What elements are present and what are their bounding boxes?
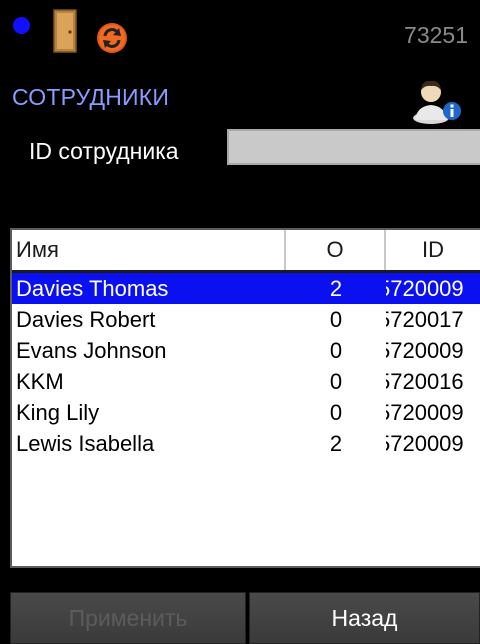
apply-button[interactable]: Применить [10, 592, 246, 644]
employee-id-label: ID сотрудника [29, 138, 179, 164]
table-row[interactable]: KKM 0 5720016 [12, 366, 480, 397]
column-header-o[interactable]: О [286, 230, 386, 270]
row-o: 2 [329, 430, 343, 456]
row-id: 5720017 [386, 306, 464, 332]
table-header: Имя О ID [12, 230, 480, 273]
row-o: 2 [329, 275, 343, 301]
row-name: Evans Johnson [16, 337, 167, 363]
row-name: Davies Thomas [16, 275, 169, 301]
row-name: King Lily [16, 399, 100, 425]
page-title: СОТРУДНИКИ [12, 84, 170, 110]
row-o: 0 [329, 368, 343, 394]
column-header-name[interactable]: Имя [12, 230, 286, 270]
employees-table[interactable]: Имя О ID Davies Thomas 2 5720009 Davies Rob… [10, 228, 480, 568]
row-name: Lewis Isabella [16, 430, 155, 456]
sync-icon[interactable] [96, 22, 128, 54]
row-o: 0 [329, 399, 343, 425]
row-name: Davies Robert [16, 306, 156, 332]
table-body: Davies Thomas 2 5720009 Davies Robert 0 57200… [12, 273, 480, 459]
column-header-id[interactable]: ID [386, 230, 480, 270]
row-name: KKM [16, 368, 64, 394]
user-info-icon[interactable] [410, 78, 466, 124]
row-id: 5720009 [386, 337, 464, 363]
table-row[interactable]: King Lily 0 5720009 [12, 397, 480, 428]
table-row[interactable]: Lewis Isabella 2 5720009 [12, 428, 480, 459]
back-button[interactable]: Назад [249, 592, 480, 644]
table-row[interactable]: Davies Thomas 2 5720009 [12, 273, 480, 304]
employee-id-input[interactable] [227, 129, 480, 165]
door-icon[interactable] [53, 9, 77, 53]
row-o: 0 [329, 306, 343, 332]
row-id: 5720009 [386, 430, 464, 456]
status-dot-icon [13, 17, 30, 34]
table-row[interactable]: Evans Johnson 0 5720009 [12, 335, 480, 366]
row-id: 5720009 [386, 275, 464, 301]
row-o: 0 [329, 337, 343, 363]
row-id: 5720016 [386, 368, 464, 394]
row-id: 5720009 [386, 399, 464, 425]
device-id: 73251 [404, 22, 468, 48]
table-row[interactable]: Davies Robert 0 5720017 [12, 304, 480, 335]
